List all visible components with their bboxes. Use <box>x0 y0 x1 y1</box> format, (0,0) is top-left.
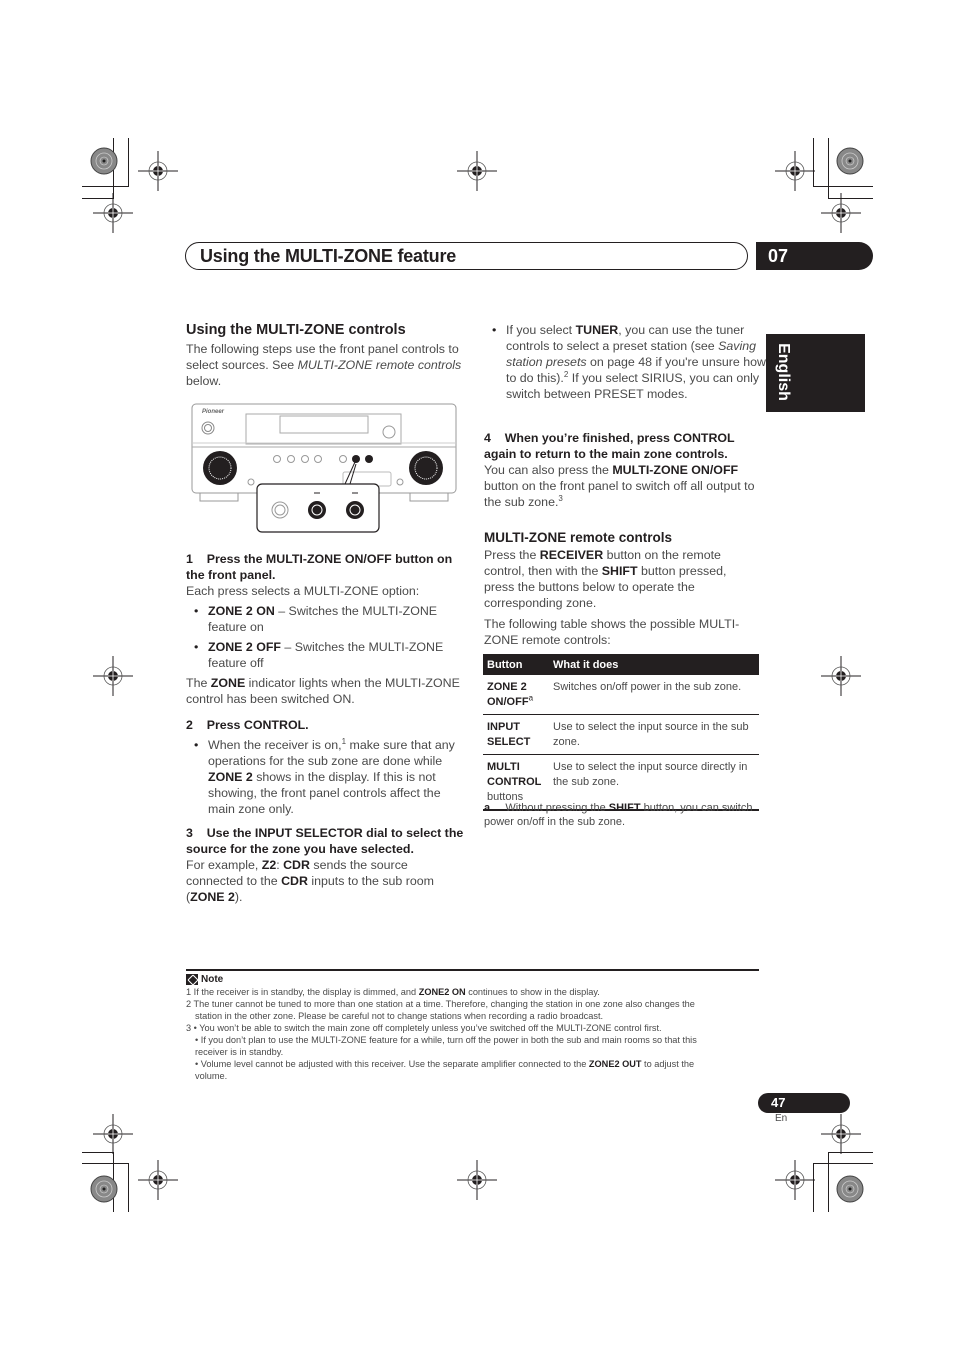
intro-paragraph: The following steps use the front panel … <box>186 342 462 388</box>
footnote-ref: 3 <box>558 493 563 503</box>
color-bar-icon <box>836 1175 864 1203</box>
registration-mark-icon <box>92 655 134 697</box>
note-item: 1 If the receiver is in standby, the dis… <box>186 987 600 997</box>
registration-mark-icon <box>456 1159 498 1201</box>
registration-mark-icon <box>456 150 498 192</box>
front-panel-illustration: Pioneer <box>191 403 457 533</box>
remote-section-title: MULTI-ZONE remote controls <box>484 530 673 545</box>
color-bar-icon <box>90 1175 118 1203</box>
chapter-number: 07 <box>768 246 789 266</box>
color-bar-icon <box>836 147 864 175</box>
note-item: 3 • You won’t be able to switch the main… <box>186 1023 662 1033</box>
registration-mark-icon <box>820 1113 862 1155</box>
column-header: What it does <box>549 654 759 675</box>
step-3-title: Use the INPUT SELECTOR dial to select th… <box>186 826 464 856</box>
section-title: Using the MULTI-ZONE controls <box>186 322 406 338</box>
step-1-body: Each press selects a MULTI-ZONE option: <box>186 584 420 598</box>
column-header: Button <box>483 654 549 675</box>
page-language: En <box>775 1113 788 1124</box>
remote-section-body: Press the RECEIVER button on the remote … <box>484 548 727 610</box>
registration-mark-icon <box>137 1159 179 1201</box>
table-intro: The following table shows the possible M… <box>484 617 740 647</box>
step-4-title: When you’re finished, press CONTROL agai… <box>484 431 735 461</box>
registration-targets <box>90 147 864 1203</box>
remote-controls-table: Button What it does ZONE 2 ON/OFFa Switch… <box>483 654 759 811</box>
registration-mark-icon <box>774 150 816 192</box>
cross-reference-link: MULTI-ZONE remote controls <box>297 358 462 372</box>
notes-title: Note <box>201 974 224 985</box>
pioneer-logo: Pioneer <box>202 409 225 415</box>
table-row: INPUT SELECT Use to select the input sour… <box>483 714 759 755</box>
tuner-bullet: If you select TUNER, you can use the tun… <box>484 322 778 402</box>
step-4-body: You can also press the MULTI-ZONE ON/OFF… <box>484 463 755 509</box>
step-1: 1 Press the MULTI-ZONE ON/OFF button on … <box>186 551 466 707</box>
registration-mark-icon <box>820 192 862 234</box>
color-bar-icon <box>90 147 118 175</box>
notes-section: Note 1 If the receiver is in standby, th… <box>186 969 759 1082</box>
registration-mark-icon <box>137 150 179 192</box>
note-icon <box>186 974 199 986</box>
step-4: 4 When you’re finished, press CONTROL ag… <box>484 430 759 510</box>
control-button-icon <box>365 455 373 463</box>
list-item: When the receiver is on,1 make sure that… <box>186 737 466 817</box>
registration-mark-icon <box>92 1113 134 1155</box>
note-item: 2 The tuner cannot be tuned to more than… <box>186 999 695 1009</box>
table-footnote: a. Without pressing the SHIFT button, yo… <box>484 802 753 828</box>
registration-mark-icon <box>774 1159 816 1201</box>
page-title: Using the MULTI-ZONE feature <box>200 246 457 266</box>
table-row: ZONE 2 ON/OFFa Switches on/off power in t… <box>483 675 759 715</box>
step-1-title: Press the MULTI-ZONE ON/OFF button on th… <box>186 552 453 582</box>
list-item: ZONE 2 OFF – Switches the MULTI-ZONE fea… <box>186 639 466 671</box>
step-3-body: For example, Z2: CDR sends the source co… <box>186 858 434 904</box>
registration-mark-icon <box>820 655 862 697</box>
multi-zone-button-icon <box>352 455 360 463</box>
table-header-row: Button What it does <box>483 654 759 675</box>
list-item: ZONE 2 ON – Switches the MULTI-ZONE feat… <box>186 603 466 635</box>
step-3: 3 Use the INPUT SELECTOR dial to select … <box>186 825 466 905</box>
step-2: 2 Press CONTROL. When the receiver is on… <box>186 717 466 817</box>
page-number: 47 <box>771 1095 786 1110</box>
registration-mark-icon <box>92 192 134 234</box>
step-2-title: Press CONTROL. <box>206 718 309 732</box>
zone-indicator-note: The ZONE indicator lights when the MULTI… <box>186 676 460 706</box>
